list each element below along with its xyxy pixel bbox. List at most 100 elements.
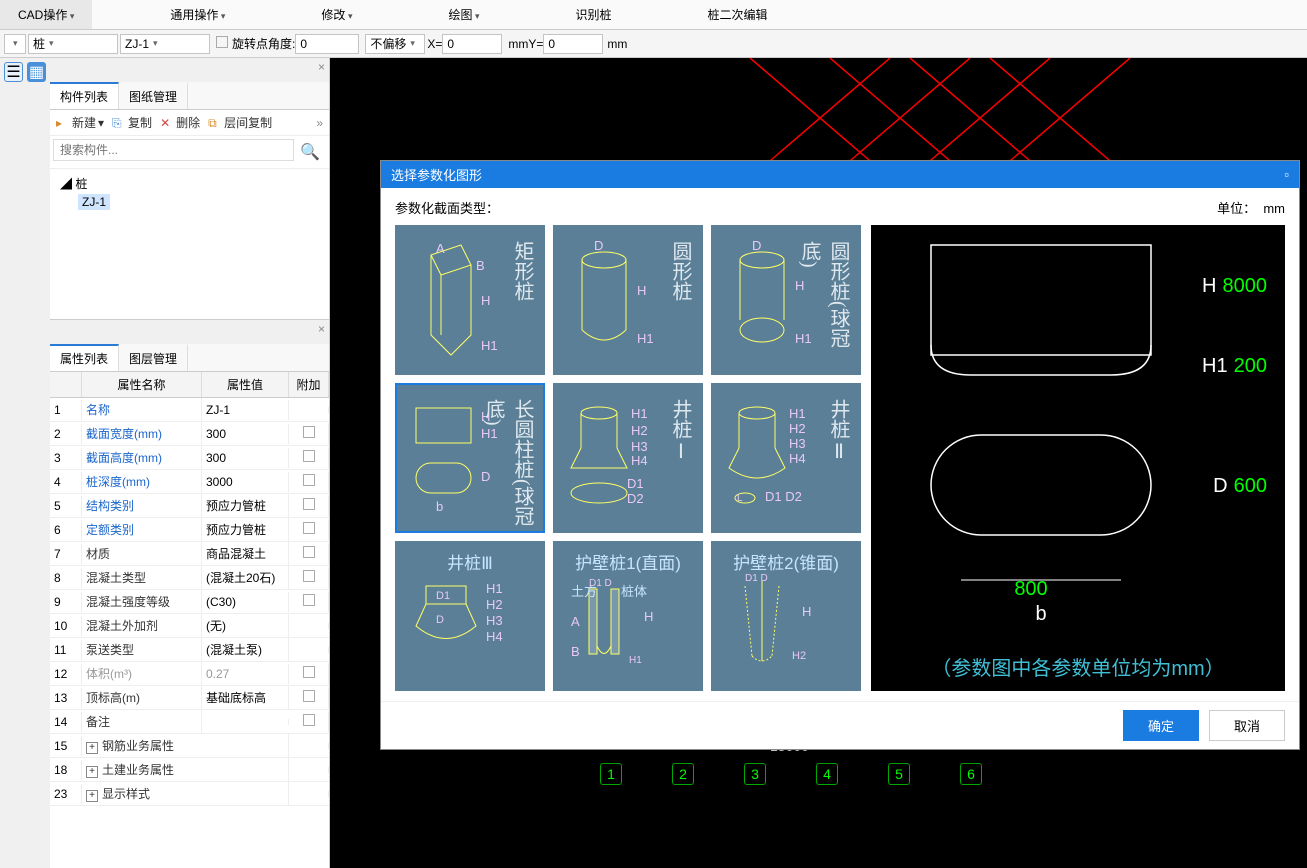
shape-thumb[interactable]: 土方桩体D1 DABHH1护壁桩1(直面) bbox=[553, 541, 703, 691]
rail-list-icon[interactable]: ☰ bbox=[4, 62, 23, 82]
svg-text:H4: H4 bbox=[789, 451, 806, 466]
axis-label: 4 bbox=[816, 763, 838, 785]
left-panel: × 构件列表 图纸管理 ▸新建 ▾ ⎘复制 ✕删除 ⧉层间复制 » 🔍 ◢ 桩 … bbox=[50, 58, 330, 868]
new-button[interactable]: ▸新建 ▾ bbox=[56, 114, 104, 131]
svg-text:H1: H1 bbox=[481, 338, 498, 353]
rotate-label: 旋转点角度: bbox=[232, 35, 295, 52]
property-row[interactable]: 3截面高度(mm)300 bbox=[50, 446, 329, 470]
property-group[interactable]: 18+土建业务属性 bbox=[50, 758, 329, 782]
delete-button[interactable]: ✕删除 bbox=[160, 114, 200, 131]
shape-thumb[interactable]: H1H2H3H4LD1 D2井桩Ⅱ bbox=[711, 383, 861, 533]
axis-label: 3 bbox=[744, 763, 766, 785]
svg-text:D1 D2: D1 D2 bbox=[765, 489, 802, 504]
svg-text:800: 800 bbox=[1014, 578, 1047, 600]
rotate-input[interactable] bbox=[295, 34, 359, 54]
dialog-max-icon[interactable]: ▫ bbox=[1284, 167, 1289, 182]
type-label: 参数化截面类型： bbox=[395, 198, 499, 217]
menu-identify[interactable]: 识别桩 bbox=[558, 0, 630, 29]
shape-thumb[interactable]: DHH1圆形桩 bbox=[553, 225, 703, 375]
property-row[interactable]: 8混凝土类型(混凝土20石) bbox=[50, 566, 329, 590]
svg-text:D1: D1 bbox=[436, 590, 450, 602]
property-row[interactable]: 10混凝土外加剂(无) bbox=[50, 614, 329, 638]
tab-drawing-mgmt[interactable]: 图纸管理 bbox=[119, 82, 188, 109]
cancel-button[interactable]: 取消 bbox=[1209, 710, 1285, 741]
svg-text:D1: D1 bbox=[627, 476, 644, 491]
toolbar-more-icon[interactable]: » bbox=[316, 116, 323, 130]
menu-edit2[interactable]: 桩二次编辑 bbox=[690, 0, 786, 29]
property-row[interactable]: 14备注 bbox=[50, 710, 329, 734]
dd-type[interactable]: 桩 bbox=[28, 34, 118, 54]
svg-text:b: b bbox=[1035, 603, 1046, 625]
shape-thumb[interactable]: ABHH1矩形桩 bbox=[395, 225, 545, 375]
property-row[interactable]: 13顶标高(m)基础底标高 bbox=[50, 686, 329, 710]
menu-general[interactable]: 通用操作 bbox=[152, 0, 243, 29]
dd-code[interactable]: ZJ-1 bbox=[120, 34, 210, 54]
property-row[interactable]: 7材质商品混凝土 bbox=[50, 542, 329, 566]
dd-offset[interactable]: 不偏移 bbox=[365, 34, 425, 54]
tab-property-list[interactable]: 属性列表 bbox=[50, 344, 119, 371]
shape-thumb[interactable]: H1H2H3H4D1D2井桩Ⅰ bbox=[553, 383, 703, 533]
shape-thumb[interactable]: D1DH1H2H3H4井桩Ⅲ bbox=[395, 541, 545, 691]
tab-layer-mgmt[interactable]: 图层管理 bbox=[119, 344, 188, 371]
property-row[interactable]: 11泵送类型(混凝土泵) bbox=[50, 638, 329, 662]
y-input[interactable] bbox=[543, 34, 603, 54]
svg-text:H1: H1 bbox=[631, 406, 648, 421]
property-row[interactable]: 1名称ZJ-1 bbox=[50, 398, 329, 422]
property-group[interactable]: 15+钢筋业务属性 bbox=[50, 734, 329, 758]
shape-thumb[interactable]: D1 DHH2护壁桩2(锥面) bbox=[711, 541, 861, 691]
svg-text:H1: H1 bbox=[629, 655, 642, 666]
svg-text:H2: H2 bbox=[486, 597, 503, 612]
preview-pane: 800 b H8000 H1200 D600 （参数图中各参数单位均为mm） bbox=[871, 225, 1285, 691]
svg-text:H1: H1 bbox=[486, 581, 503, 596]
param-shape-dialog: 选择参数化图形 ▫ 参数化截面类型： 单位： mm ABHH1矩形桩DHH1圆形… bbox=[380, 160, 1300, 750]
main-menu-bar: CAD操作 通用操作 修改 绘图 识别桩 桩二次编辑 bbox=[0, 0, 1307, 30]
property-row[interactable]: 12体积(m³)0.27 bbox=[50, 662, 329, 686]
svg-text:D: D bbox=[594, 238, 603, 253]
unit-value: mm bbox=[1263, 201, 1285, 216]
copy-button[interactable]: ⎘复制 bbox=[112, 114, 152, 131]
property-row[interactable]: 9混凝土强度等级(C30) bbox=[50, 590, 329, 614]
panel-close-icon[interactable]: × bbox=[318, 60, 325, 74]
axis-label: 5 bbox=[888, 763, 910, 785]
svg-text:H3: H3 bbox=[486, 613, 503, 628]
svg-text:H1: H1 bbox=[637, 331, 654, 346]
ok-button[interactable]: 确定 bbox=[1123, 710, 1199, 741]
menu-modify[interactable]: 修改 bbox=[303, 0, 370, 29]
svg-text:桩体: 桩体 bbox=[621, 584, 647, 599]
preview-note: （参数图中各参数单位均为mm） bbox=[871, 652, 1285, 681]
svg-text:B: B bbox=[571, 644, 580, 659]
tree-item-zj1[interactable]: ZJ-1 bbox=[78, 194, 110, 210]
component-toolbar: ▸新建 ▾ ⎘复制 ✕删除 ⧉层间复制 » bbox=[50, 110, 329, 136]
rail-layout-icon[interactable]: ▦ bbox=[27, 62, 46, 82]
component-tree: ◢ 桩 ZJ-1 bbox=[50, 169, 329, 319]
property-row[interactable]: 4桩深度(mm)3000 bbox=[50, 470, 329, 494]
svg-text:B: B bbox=[476, 258, 485, 273]
svg-text:H: H bbox=[644, 609, 653, 624]
shape-thumb[interactable]: DHH1圆形桩(球冠底) bbox=[711, 225, 861, 375]
property-row[interactable]: 6定额类别预应力管桩 bbox=[50, 518, 329, 542]
dialog-titlebar[interactable]: 选择参数化图形 ▫ bbox=[381, 161, 1299, 188]
property-row[interactable]: 2截面宽度(mm)300 bbox=[50, 422, 329, 446]
left-rail: ☰ ▦ bbox=[0, 58, 50, 118]
svg-text:D1 D: D1 D bbox=[589, 578, 612, 589]
svg-text:H3: H3 bbox=[789, 436, 806, 451]
menu-draw[interactable]: 绘图 bbox=[430, 0, 497, 29]
search-icon[interactable]: 🔍 bbox=[294, 139, 326, 165]
svg-text:H: H bbox=[481, 293, 490, 308]
layer-copy-button[interactable]: ⧉层间复制 bbox=[208, 114, 272, 131]
property-group[interactable]: 23+显示样式 bbox=[50, 782, 329, 806]
axis-label: 6 bbox=[960, 763, 982, 785]
tab-component-list[interactable]: 构件列表 bbox=[50, 82, 119, 109]
rotate-chk[interactable] bbox=[216, 36, 228, 51]
dd-blank[interactable] bbox=[4, 34, 26, 54]
menu-cad[interactable]: CAD操作 bbox=[0, 0, 92, 29]
search-input[interactable] bbox=[53, 139, 294, 161]
tree-root[interactable]: ◢ 桩 bbox=[60, 175, 319, 192]
property-tabs: 属性列表 图层管理 bbox=[50, 344, 329, 372]
x-input[interactable] bbox=[442, 34, 502, 54]
svg-text:b: b bbox=[436, 499, 443, 514]
property-row[interactable]: 5结构类别预应力管桩 bbox=[50, 494, 329, 518]
prop-close-icon[interactable]: × bbox=[318, 322, 325, 336]
svg-text:H4: H4 bbox=[486, 629, 503, 644]
shape-thumb[interactable]: HH1Db长圆柱桩(球冠底) bbox=[395, 383, 545, 533]
